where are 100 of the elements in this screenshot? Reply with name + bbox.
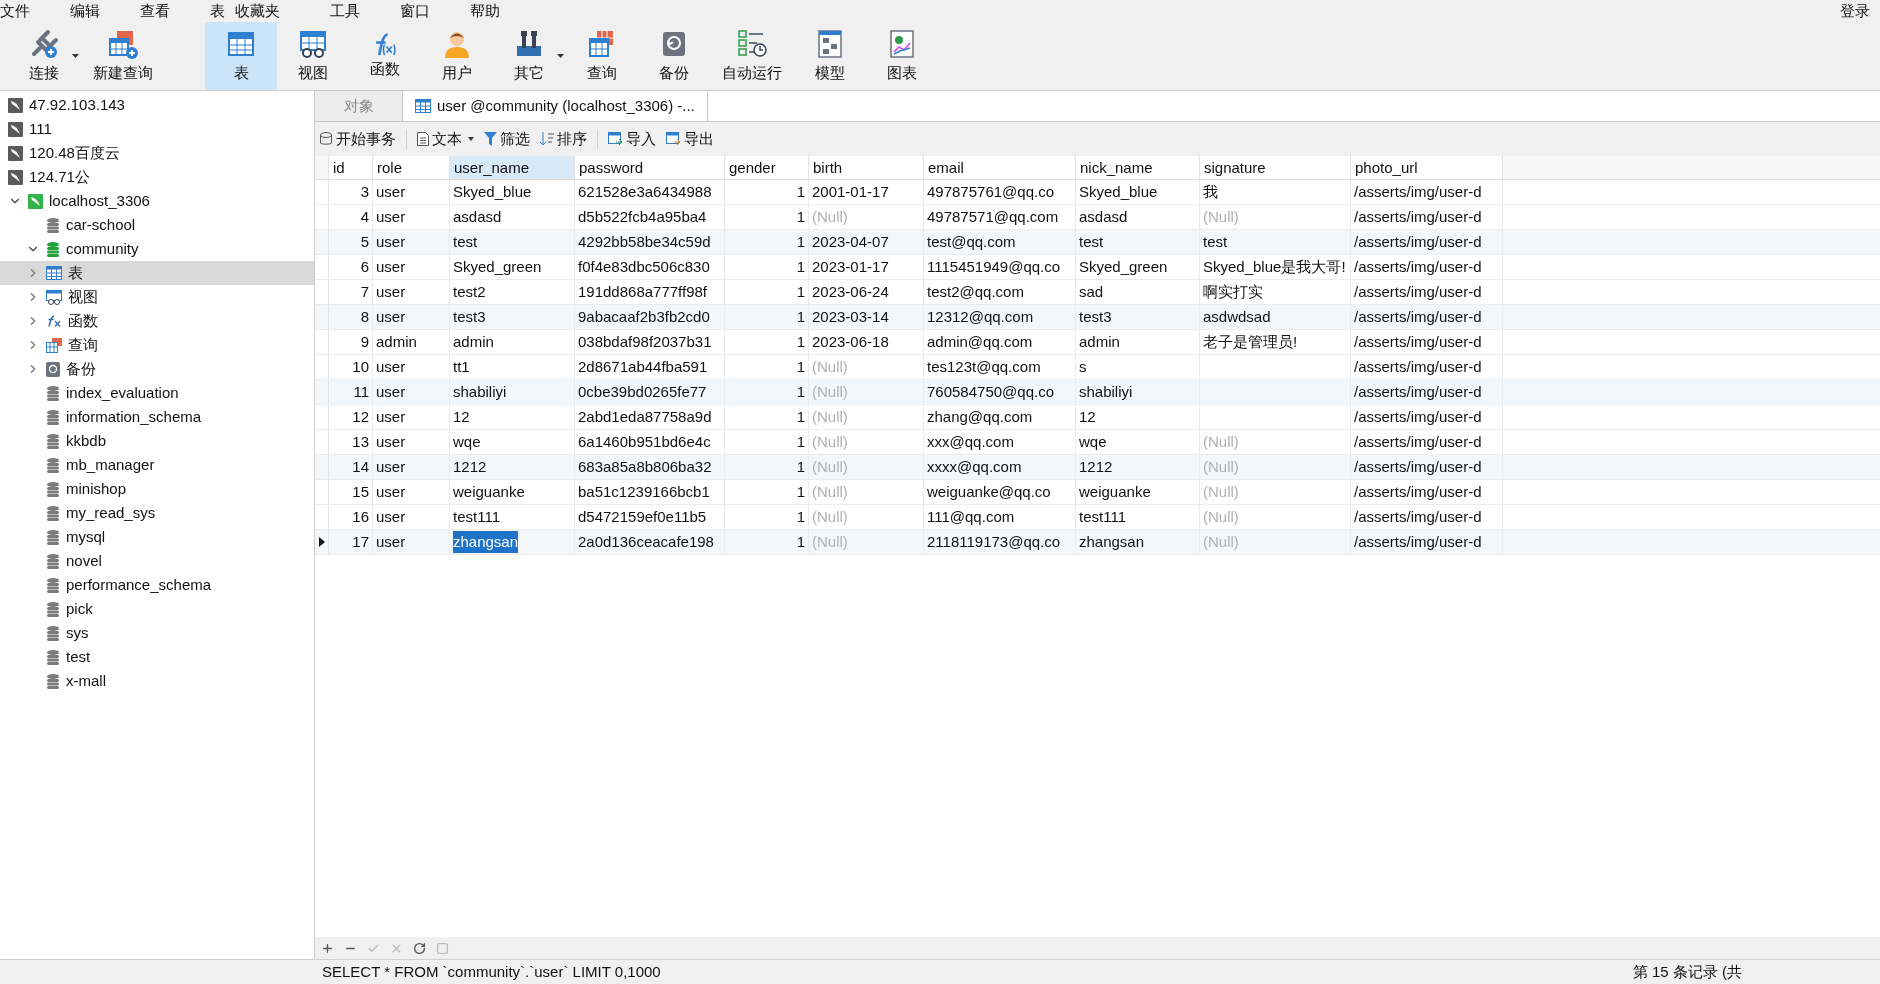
table-cell[interactable]: 2023-06-18 (812, 330, 889, 354)
table-cell[interactable]: admin@qq.com (927, 330, 1033, 354)
tree-item[interactable]: 表 (0, 261, 314, 285)
table-cell[interactable]: 1212 (453, 455, 487, 479)
menu-item[interactable]: 窗口 (380, 0, 450, 23)
table-cell[interactable]: weiguanke@qq.co (927, 480, 1051, 504)
table-cell[interactable]: user (376, 480, 406, 504)
table-cell[interactable]: 1 (796, 280, 805, 304)
table-cell[interactable]: admin (453, 330, 494, 354)
tree-item[interactable]: sys (0, 621, 314, 645)
table-cell[interactable]: xxx@qq.com (927, 430, 1014, 454)
toolbar-button[interactable]: 连接 (8, 22, 80, 90)
table-cell[interactable]: 5 (360, 230, 369, 254)
column-header[interactable]: email (924, 156, 1076, 179)
tree-item[interactable]: 124.71公 (0, 165, 314, 189)
table-cell[interactable]: user (376, 255, 406, 279)
table-cell[interactable]: 12312@qq.com (927, 305, 1034, 329)
table-cell[interactable]: user (376, 505, 406, 529)
table-cell[interactable]: test111 (1079, 505, 1126, 529)
table-cell[interactable]: test (453, 230, 478, 254)
table-cell[interactable]: asdasd (453, 205, 502, 229)
table-cell[interactable]: user (376, 530, 406, 554)
table-cell[interactable]: 497875761@qq.co (927, 180, 1054, 204)
table-cell[interactable]: asdasd (1079, 205, 1128, 229)
table-cell[interactable]: /asserts/img/user-d (1354, 530, 1482, 554)
table-cell[interactable]: 760584750@qq.co (927, 380, 1054, 404)
column-header[interactable]: photo_url (1351, 156, 1503, 179)
table-cell[interactable]: 1 (796, 180, 805, 204)
table-cell[interactable]: 1 (796, 230, 805, 254)
table-cell[interactable]: 1 (796, 355, 805, 379)
table-cell[interactable]: user (376, 180, 406, 204)
table-cell[interactable]: 12 (453, 405, 470, 429)
table-cell[interactable]: user (376, 230, 406, 254)
table-cell[interactable]: zhangsan (1079, 530, 1145, 554)
table-cell[interactable]: 1 (796, 480, 805, 504)
column-header[interactable]: password (575, 156, 725, 179)
table-cell[interactable]: 038bdaf98f2037b31 (578, 330, 712, 354)
table-cell[interactable]: xxxx@qq.com (927, 455, 1022, 479)
table-cell[interactable]: 1115451949@qq.co (927, 255, 1061, 279)
table-cell[interactable]: Skyed_blue (453, 180, 532, 204)
login-link[interactable]: 登录 (1840, 0, 1880, 23)
table-cell[interactable]: 2001-01-17 (812, 180, 889, 204)
table-cell[interactable]: shabiliyi (453, 380, 507, 404)
toolbar-button[interactable]: 视图 (277, 22, 349, 90)
toolbar-button[interactable]: 图表 (866, 22, 938, 90)
table-cell[interactable]: zhangsan (453, 530, 519, 554)
refresh-icon[interactable] (413, 941, 426, 955)
table-cell[interactable]: 2023-04-07 (812, 230, 889, 254)
table-cell[interactable]: weiguanke (1079, 480, 1151, 504)
tree-item[interactable]: 查询 (0, 333, 314, 357)
table-cell[interactable]: user (376, 430, 406, 454)
table-cell[interactable]: test3 (453, 305, 486, 329)
table-cell[interactable]: 1 (796, 405, 805, 429)
tree-item[interactable]: novel (0, 549, 314, 573)
column-header[interactable]: role (373, 156, 450, 179)
table-cell[interactable]: 49787571@qq.com (927, 205, 1059, 229)
table-cell[interactable]: 1 (796, 530, 805, 554)
table-cell[interactable]: admin (376, 330, 417, 354)
table-cell[interactable]: 9 (360, 330, 369, 354)
table-cell[interactable]: 8 (360, 305, 369, 329)
table-cell[interactable]: 11 (353, 380, 369, 404)
table-cell[interactable]: 老子是管理员! (1203, 330, 1298, 354)
column-header[interactable]: signature (1200, 156, 1351, 179)
table-cell[interactable]: 1 (796, 380, 805, 404)
table-cell[interactable]: 2118119173@qq.co (927, 530, 1061, 554)
table-cell[interactable]: shabiliyi (1079, 380, 1133, 404)
menu-item[interactable]: 帮助 (450, 0, 520, 23)
table-cell[interactable]: 14 (352, 455, 369, 479)
table-cell[interactable]: 683a85a8b806ba32 (578, 455, 712, 479)
table-cell[interactable]: 1212 (1079, 455, 1113, 479)
toolbar-button[interactable]: 函数 (349, 22, 421, 90)
grid-toolbar-button[interactable]: 导出 (666, 127, 714, 151)
tree-item[interactable]: x-mall (0, 669, 314, 693)
table-cell[interactable]: 啊实打实 (1203, 280, 1263, 304)
toolbar-button[interactable]: 自动运行 (710, 22, 794, 90)
table-cell[interactable]: 4 (360, 205, 369, 229)
grid-toolbar-button[interactable]: 文本 (417, 127, 474, 151)
tree-item[interactable]: information_schema (0, 405, 314, 429)
tree-item[interactable]: 111 (0, 117, 314, 141)
menu-item[interactable]: 查看 (120, 0, 190, 23)
tree-item[interactable]: minishop (0, 477, 314, 501)
tree-item[interactable]: performance_schema (0, 573, 314, 597)
table-cell[interactable]: 1 (796, 455, 805, 479)
menu-item[interactable]: 表 (190, 0, 235, 23)
table-cell[interactable]: user (376, 455, 406, 479)
table-cell[interactable]: 9abacaaf2b3fb2cd0 (578, 305, 710, 329)
table-cell[interactable]: 15 (352, 480, 369, 504)
table-cell[interactable]: /asserts/img/user-d (1354, 280, 1482, 304)
table-cell[interactable]: test (1079, 230, 1104, 254)
toolbar-button[interactable]: 表 (205, 22, 277, 90)
table-cell[interactable]: test@qq.com (927, 230, 1016, 254)
grid-toolbar-button[interactable]: 开始事务 (319, 127, 396, 151)
table-cell[interactable]: Skyed_green (453, 255, 542, 279)
table-cell[interactable]: user (376, 205, 406, 229)
table-cell[interactable]: zhang@qq.com (927, 405, 1033, 429)
table-cell[interactable]: user (376, 355, 406, 379)
table-cell[interactable]: 6a1460b951bd6e4c (578, 430, 711, 454)
grid-toolbar-button[interactable]: 排序 (540, 127, 587, 151)
table-cell[interactable]: s (1079, 355, 1087, 379)
toolbar-button[interactable]: 查询 (566, 22, 638, 90)
